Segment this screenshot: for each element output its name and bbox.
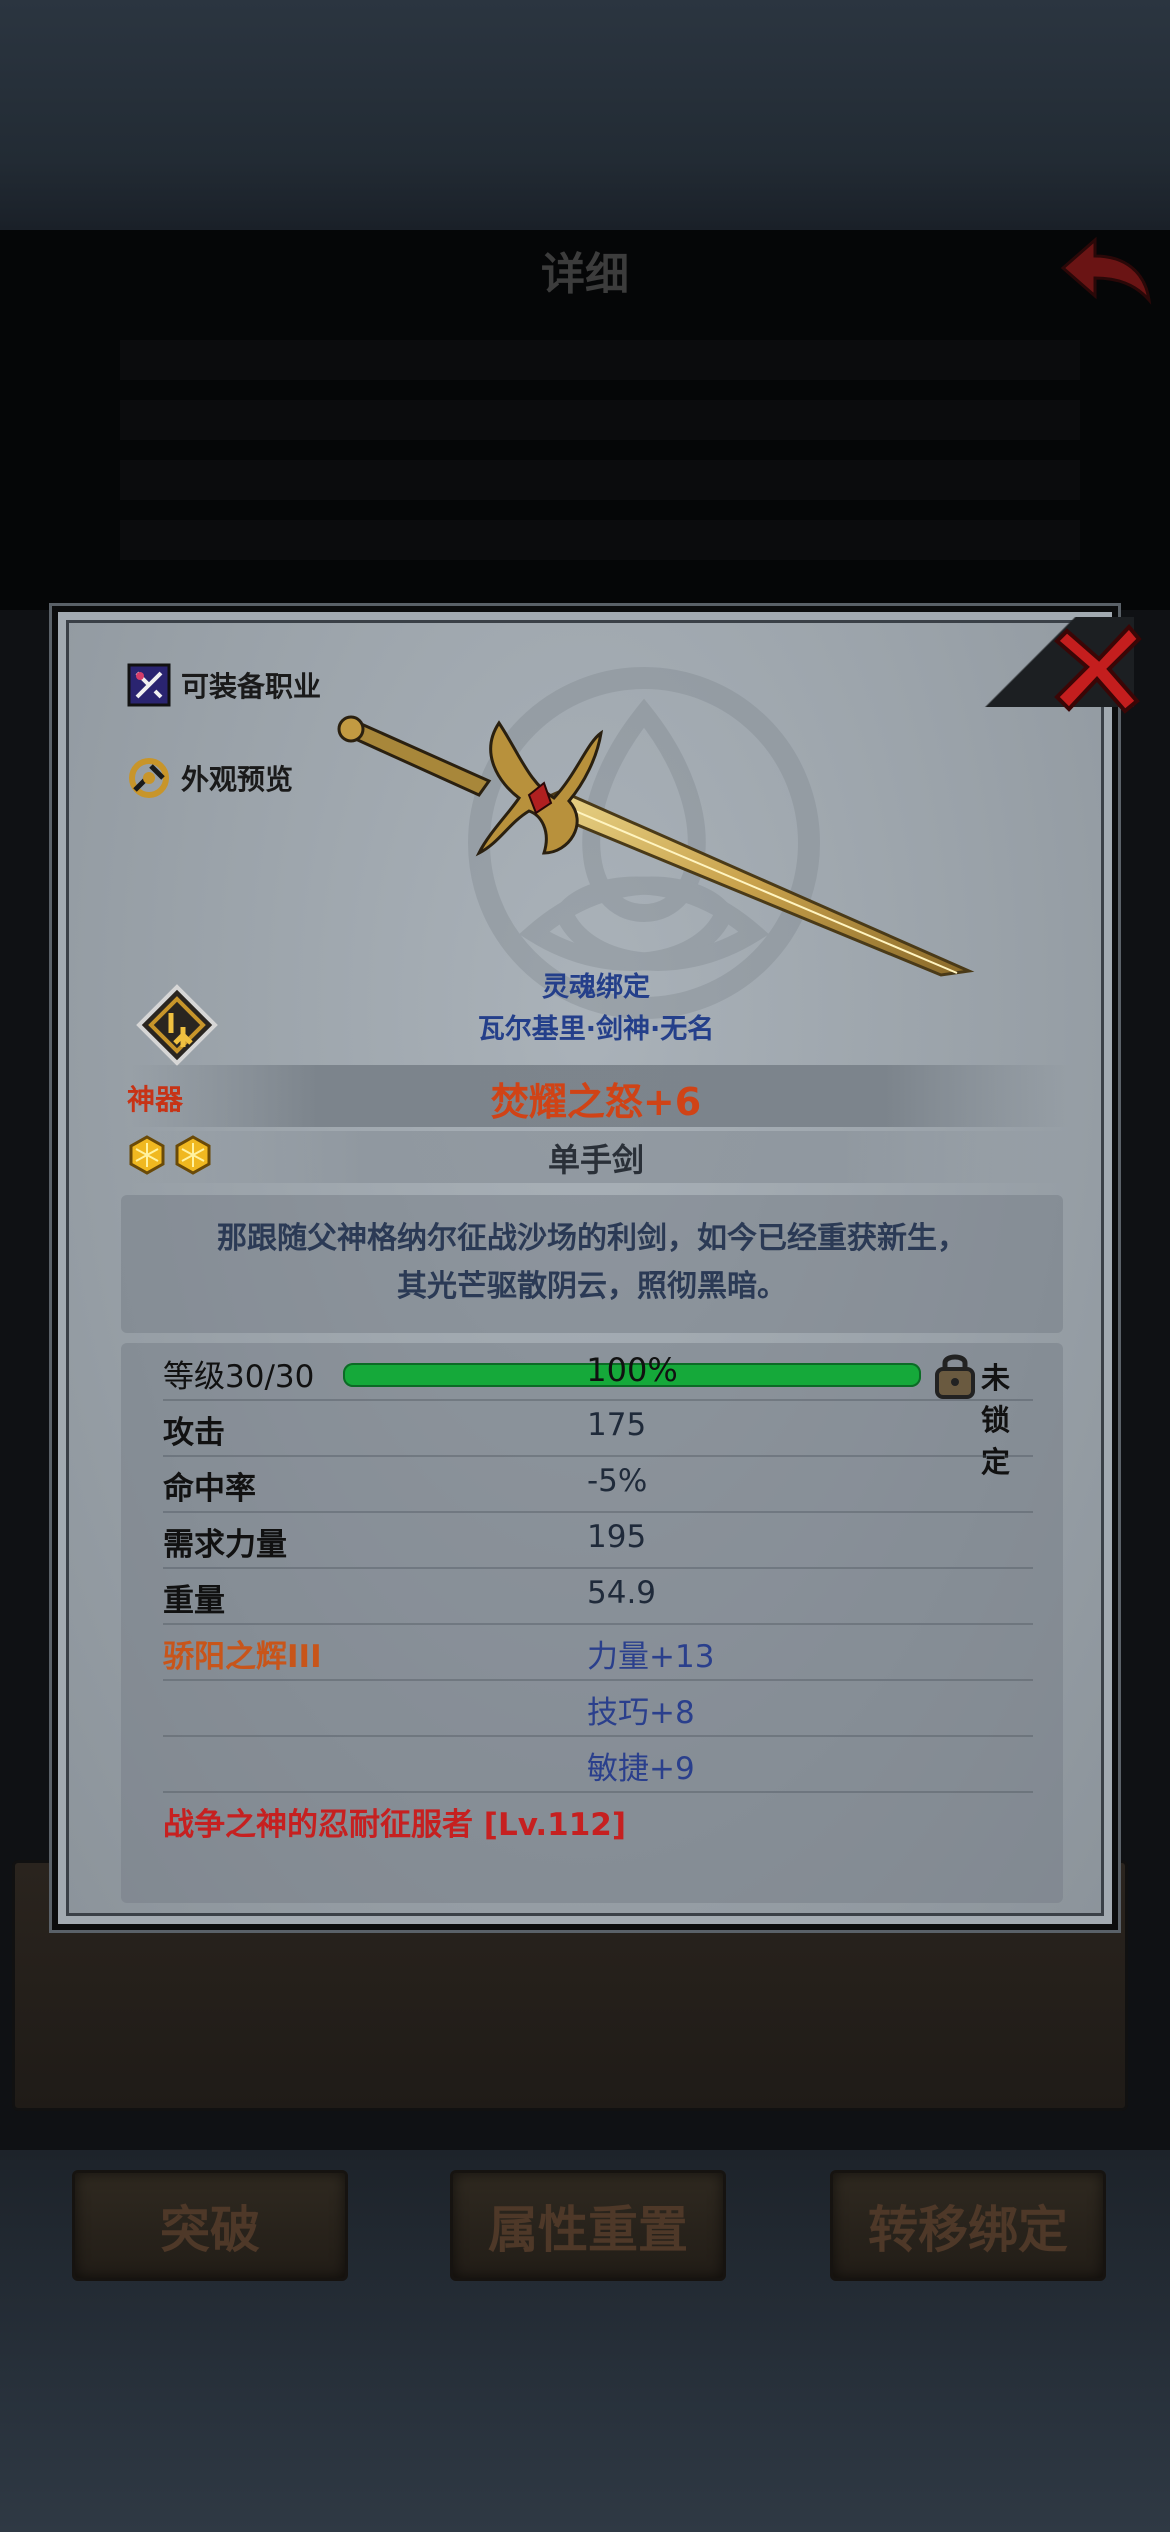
background-row [120,400,1080,440]
modal-body: 可装备职业 外观预览 灵魂绑定 瓦尔基里·剑神·无名 神器 焚耀之怒+6 单手剑… [66,617,1142,1916]
level-row: 等级30/30 100% 未锁定 [163,1343,1033,1479]
back-arrow-icon[interactable] [1055,232,1155,307]
background-row [120,520,1080,560]
enchant-row: 技巧+8 [163,1679,1033,1737]
level-progress-text: 100% [586,1351,678,1389]
stat-row: 命中率 -5% [163,1455,1033,1513]
reset-attributes-button[interactable]: 属性重置 [450,2170,726,2281]
stats-panel: 等级30/30 100% 未锁定 攻击 175 命中率 -5% 需求力量 195… [121,1343,1063,1903]
breakthrough-button[interactable]: 突破 [72,2170,348,2281]
description-line: 其光芒驱散阴云，照彻黑暗。 [397,1269,787,1304]
stat-value: 54.9 [587,1575,657,1611]
enchant-row: 敏捷+9 [163,1735,1033,1793]
enchant-bonus: 力量+13 [587,1639,715,1675]
sword-illustration [337,715,975,977]
soul-bound-label: 灵魂绑定 [542,972,650,1003]
background-row [120,460,1080,500]
stat-name: 需求力量 [163,1527,287,1563]
stat-row: 攻击 175 [163,1399,1033,1457]
page-title: 详细 [541,249,629,300]
item-description: 那跟随父神格纳尔征战沙场的利剑，如今已经重获新生， 其光芒驱散阴云，照彻黑暗。 [121,1195,1063,1333]
stat-value: -5% [587,1463,648,1499]
class-icon [127,663,171,707]
background-row [120,340,1080,380]
star-icon [175,1135,211,1175]
lock-icon[interactable] [933,1349,977,1399]
top-backdrop [0,0,1170,230]
enchant-bonus: 敏捷+9 [587,1751,695,1787]
item-type: 单手剑 [547,1141,644,1179]
level-label: 等级30/30 [163,1359,315,1395]
equippable-class-label: 可装备职业 [181,670,322,703]
enchant-bonus: 技巧+8 [587,1695,695,1731]
stat-value: 175 [587,1407,647,1443]
stat-row: 需求力量 195 [163,1511,1033,1569]
stat-row: 重量 54.9 [163,1567,1033,1625]
enchant-row: 骄阳之辉III 力量+13 [163,1623,1033,1681]
bound-character-name: 瓦尔基里·剑神·无名 [477,1014,715,1045]
stat-name: 攻击 [163,1415,225,1451]
item-detail-modal: 可装备职业 外观预览 灵魂绑定 瓦尔基里·剑神·无名 神器 焚耀之怒+6 单手剑… [52,606,1142,1930]
appearance-preview-button[interactable]: 外观预览 [127,756,293,800]
enchant-name: 骄阳之辉III [163,1639,322,1675]
appearance-preview-label: 外观预览 [181,763,294,796]
stat-value: 195 [587,1519,647,1555]
preview-icon [129,758,169,798]
stat-name: 重量 [163,1583,225,1619]
set-effect-row: 战争之神的忍耐征服者 [Lv.112] [163,1791,1033,1847]
star-icon [129,1135,165,1175]
item-name: 焚耀之怒+6 [490,1080,702,1124]
equippable-class-button[interactable]: 可装备职业 [127,663,321,707]
close-icon[interactable] [1049,617,1149,717]
stat-name: 命中率 [163,1471,256,1507]
transfer-binding-button[interactable]: 转移绑定 [830,2170,1106,2281]
set-effect: 战争之神的忍耐征服者 [Lv.112] [163,1807,627,1843]
description-line: 那跟随父神格纳尔征战沙场的利剑，如今已经重获新生， [217,1221,967,1256]
